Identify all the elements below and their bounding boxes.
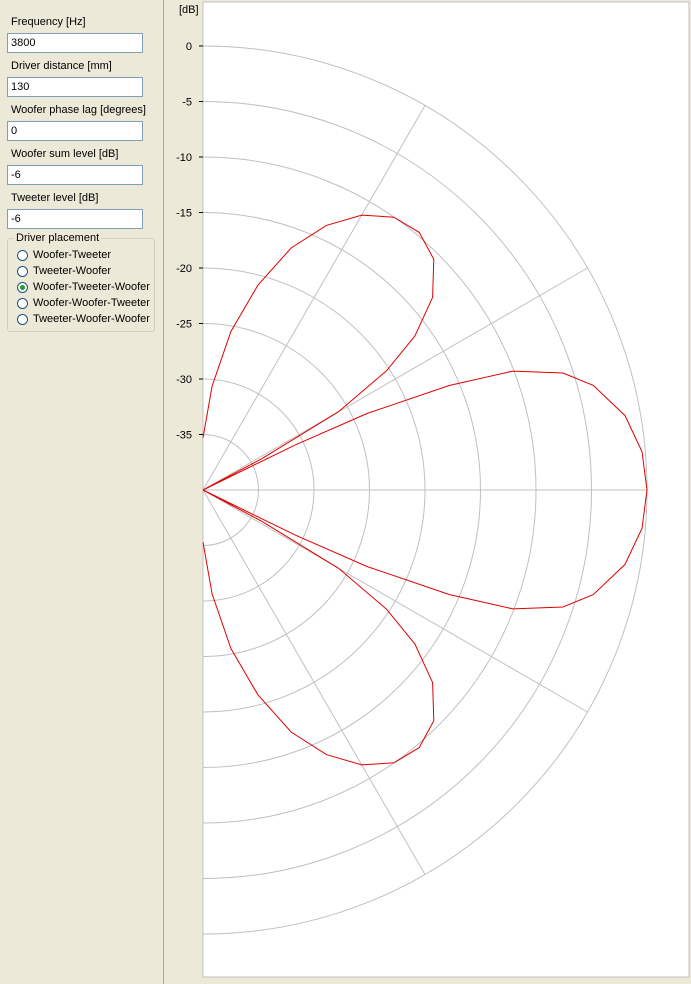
frequency-input[interactable] [7, 33, 143, 53]
tick-label: -5 [182, 97, 192, 109]
radio-button[interactable] [17, 249, 28, 261]
radio-woofer-woofer-tweeter[interactable]: Woofer-Woofer-Tweeter [17, 296, 150, 310]
radio-button[interactable] [17, 297, 28, 309]
tweeter-level-label: Tweeter level [dB] [11, 192, 99, 204]
tick-label: -20 [176, 263, 192, 275]
radio-tweeter-woofer[interactable]: Tweeter-Woofer [17, 264, 111, 278]
radio-button[interactable] [17, 265, 28, 277]
driver-distance-label: Driver distance [mm] [11, 60, 112, 72]
driver-placement-group: Driver placement Woofer-Tweeter Tweeter-… [7, 232, 155, 332]
tweeter-level-input[interactable] [7, 209, 143, 229]
woofer-phase-lag-label: Woofer phase lag [degrees] [11, 104, 146, 116]
tick-label: 0 [186, 41, 192, 53]
radio-label: Woofer-Woofer-Tweeter [33, 297, 150, 309]
radio-label: Woofer-Tweeter-Woofer [33, 281, 150, 293]
tick-label: -25 [176, 319, 192, 331]
radio-label: Tweeter-Woofer-Woofer [33, 313, 150, 325]
tick-label: -30 [176, 374, 192, 386]
control-panel: Frequency [Hz] Driver distance [mm] Woof… [0, 0, 164, 984]
unit-label: [dB] [179, 4, 199, 16]
radio-woofer-tweeter-woofer[interactable]: Woofer-Tweeter-Woofer [17, 280, 150, 294]
woofer-phase-lag-input[interactable] [7, 121, 143, 141]
woofer-sum-level-label: Woofer sum level [dB] [11, 148, 119, 160]
radio-label: Woofer-Tweeter [33, 249, 112, 261]
radio-button[interactable] [17, 281, 28, 293]
woofer-sum-level-input[interactable] [7, 165, 143, 185]
radio-label: Tweeter-Woofer [33, 265, 112, 277]
driver-placement-title: Driver placement [14, 232, 102, 244]
tick-label: -15 [176, 208, 192, 220]
radio-tweeter-woofer-woofer[interactable]: Tweeter-Woofer-Woofer [17, 312, 150, 326]
radio-button[interactable] [17, 313, 28, 325]
polar-plot: [dB] 0 -5 -10 -15 -20 -25 -30 -35 [176, 1, 690, 978]
tick-label: -10 [176, 152, 192, 164]
frequency-label: Frequency [Hz] [11, 16, 86, 28]
polar-plot-area: [dB] 0 -5 -10 -15 -20 -25 -30 -35 [164, 0, 691, 984]
radio-woofer-tweeter[interactable]: Woofer-Tweeter [17, 248, 111, 262]
driver-distance-input[interactable] [7, 77, 143, 97]
tick-label: -35 [176, 430, 192, 442]
